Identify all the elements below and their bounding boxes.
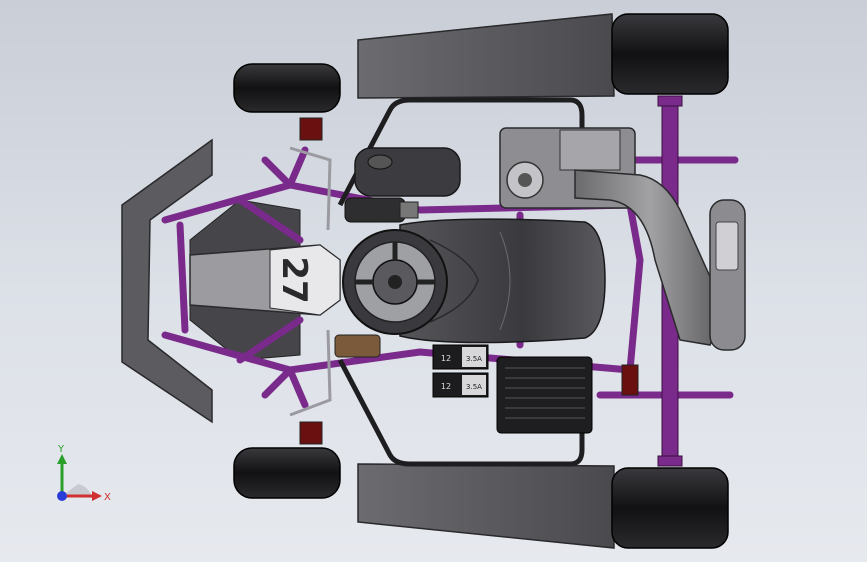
battery-box bbox=[496, 356, 593, 434]
muffler bbox=[709, 199, 746, 351]
rear-left-wheel bbox=[611, 13, 729, 95]
steering-wheel bbox=[342, 229, 448, 335]
left-side-pod bbox=[357, 13, 615, 99]
coordinate-triad: Y X bbox=[57, 444, 111, 503]
battery-label-2a: 12 bbox=[441, 382, 451, 391]
z-axis-dot bbox=[57, 491, 67, 501]
front-right-wheel bbox=[233, 447, 341, 499]
starter-motor bbox=[344, 197, 419, 223]
front-left-wheel bbox=[233, 63, 341, 113]
battery-label-2b: 3.5A bbox=[466, 383, 482, 391]
battery-label-1b: 3.5A bbox=[466, 355, 482, 363]
x-arrow-head bbox=[92, 491, 102, 501]
battery-label-1a: 12 bbox=[441, 354, 451, 363]
right-side-pod bbox=[357, 463, 615, 549]
fuel-tank bbox=[354, 147, 461, 197]
y-arrow-head bbox=[57, 454, 67, 464]
pedal-assembly bbox=[334, 334, 381, 358]
kart-number: 27 bbox=[274, 256, 314, 303]
model-viewport[interactable]: 27 12 3.5A 12 3.5A bbox=[0, 0, 867, 562]
front-number-panel bbox=[189, 244, 341, 316]
y-axis-label: Y bbox=[57, 444, 65, 455]
x-axis-label: X bbox=[104, 492, 111, 503]
rear-right-wheel bbox=[611, 467, 729, 549]
